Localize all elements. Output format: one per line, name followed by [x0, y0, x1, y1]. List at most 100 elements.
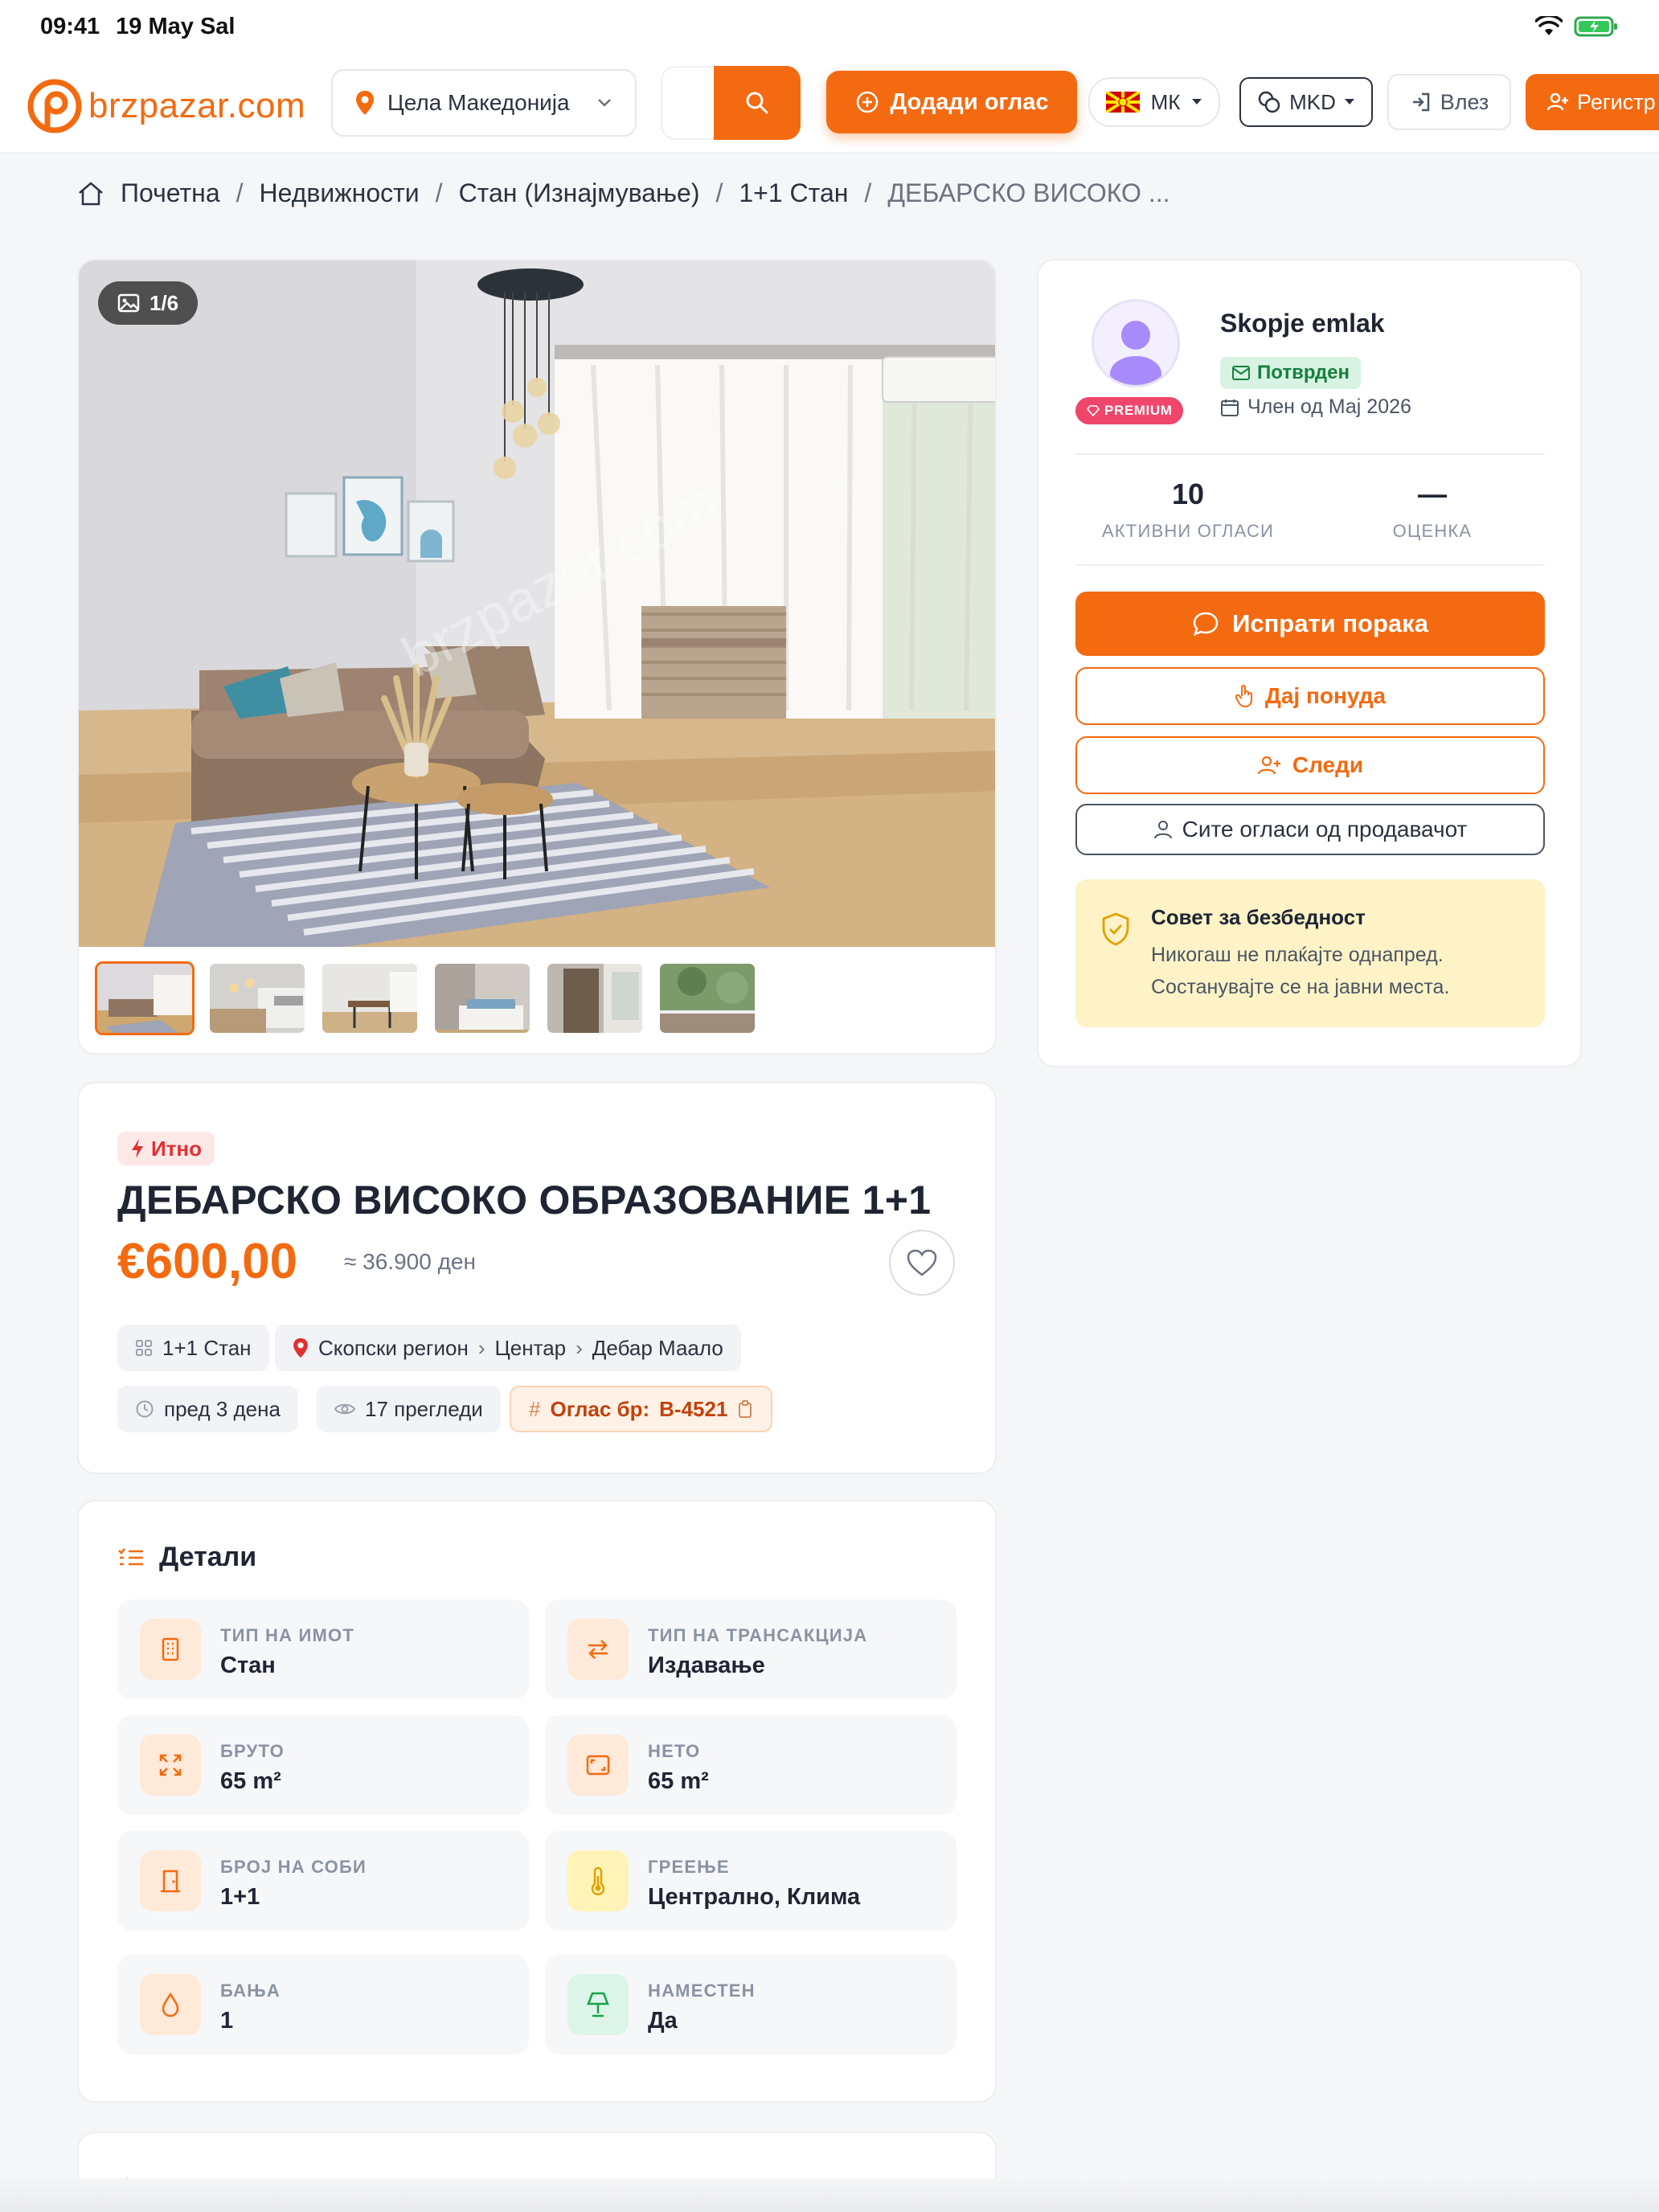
drop-icon — [140, 1974, 201, 2035]
shield-check-icon — [1102, 912, 1129, 946]
add-listing-button[interactable]: Додади оглас — [826, 71, 1077, 133]
register-label: Регистр — [1577, 89, 1656, 114]
language-label: МК — [1150, 89, 1181, 114]
follow-label: Следи — [1292, 752, 1364, 777]
detail-label: ТИП НА ИМОТ — [220, 1625, 354, 1645]
detail-bathroom: БАЊА 1 — [117, 1955, 529, 2054]
seller-avatar[interactable] — [1092, 299, 1180, 387]
listing-price: €600,00 — [117, 1234, 298, 1289]
urgent-label: Итно — [151, 1136, 203, 1161]
detail-label: НАМЕСТЕН — [648, 1981, 756, 2001]
detail-label: БРУТО — [220, 1741, 285, 1761]
category-chip[interactable]: 1+1 Стан — [117, 1325, 269, 1371]
lamp-icon — [567, 1974, 629, 2035]
listing-info-card: Итно ДЕБАРСКО ВИСОКО ОБРАЗОВАНИЕ 1+1 €60… — [77, 1082, 997, 1474]
make-offer-button[interactable]: Дај понуда — [1075, 667, 1545, 725]
user-avatar-icon — [1110, 321, 1161, 385]
breadcrumb-apartment-rent[interactable]: Стан (Изнајмување) — [459, 178, 700, 208]
search-bar — [661, 66, 801, 140]
verified-mail-icon — [1232, 366, 1250, 380]
thumbnail[interactable] — [320, 961, 420, 1035]
send-message-label: Испрати порака — [1232, 609, 1428, 637]
living-room-photo: brzpazar.com — [79, 260, 995, 947]
lightning-icon — [132, 1139, 143, 1158]
status-time: 09:41 — [40, 13, 100, 39]
make-offer-label: Дај понуда — [1264, 683, 1387, 708]
thumbnail[interactable] — [95, 961, 195, 1035]
detail-gross-area: БРУТО 65 m² — [117, 1715, 529, 1815]
breadcrumb-separator: / — [715, 178, 723, 207]
thumbnail[interactable] — [207, 961, 307, 1035]
location-select[interactable]: Цела Македонија — [331, 69, 637, 137]
detail-heating: ГРЕЕЊЕ Централно, Клима — [545, 1831, 956, 1931]
seller-name[interactable]: Skopje emlak — [1220, 309, 1385, 338]
safety-line-1: Никогаш не плаќајте однапред. — [1151, 944, 1444, 966]
site-header: brzpazar.com Цела Македонија Додади огла… — [0, 53, 1659, 153]
language-select[interactable]: МК — [1088, 77, 1220, 127]
breadcrumb-current: ДЕБАРСКО ВИСОКО ... — [887, 178, 1170, 207]
photo-counter-value: 1/6 — [150, 290, 179, 315]
breadcrumb-separator: / — [864, 178, 872, 207]
posted-label: пред 3 дена — [164, 1396, 281, 1421]
hash-icon: # — [529, 1396, 541, 1421]
follow-button[interactable]: Следи — [1075, 736, 1545, 794]
detail-value: Издавање — [648, 1653, 765, 1678]
active-ads-label: АКТИВНИ ОГЛАСИ — [1101, 521, 1275, 541]
main-photo[interactable]: brzpazar.com — [79, 260, 995, 947]
detail-value: 1+1 — [220, 1884, 260, 1910]
ad-number-label: Оглас бр: — [550, 1396, 650, 1421]
breadcrumb-home[interactable]: Почетна — [121, 178, 220, 208]
all-seller-ads-button[interactable]: Сите огласи од продавачот — [1075, 804, 1545, 855]
caret-down-icon — [1192, 99, 1202, 104]
member-since-label: Член од Мај 2026 — [1247, 395, 1411, 418]
breadcrumb: Почетна / Недвижности / Стан (Изнајмувањ… — [77, 178, 1170, 208]
chevron-down-icon — [598, 99, 611, 107]
favorite-button[interactable] — [889, 1230, 955, 1296]
detail-value: 65 m² — [648, 1768, 709, 1794]
views-label: 17 прегледи — [365, 1396, 483, 1421]
posted-chip: пред 3 дена — [117, 1386, 298, 1432]
breadcrumb-separator: / — [236, 178, 244, 207]
site-logo[interactable]: brzpazar.com — [26, 77, 305, 135]
eye-icon — [334, 1403, 355, 1415]
building-icon — [140, 1619, 201, 1680]
thumbnail[interactable] — [545, 961, 645, 1035]
swap-icon — [567, 1619, 629, 1680]
status-date: 19 May Sal — [116, 13, 236, 39]
views-chip: 17 прегледи — [317, 1386, 501, 1432]
rating-value: — — [1418, 477, 1447, 510]
bottom-edge — [0, 2178, 1659, 2212]
door-icon — [140, 1850, 201, 1911]
clock-icon — [136, 1400, 154, 1418]
calendar-icon — [1221, 399, 1239, 416]
premium-label: PREMIUM — [1104, 403, 1173, 418]
thumbnail[interactable] — [657, 961, 757, 1035]
detail-property-type: ТИП НА ИМОТ Стан — [117, 1600, 529, 1699]
add-listing-label: Додади оглас — [890, 88, 1049, 115]
coins-icon — [1258, 91, 1280, 113]
status-icons — [1535, 15, 1619, 38]
rating-label: ОЦЕНКА — [1392, 521, 1473, 541]
thumbnail[interactable] — [432, 961, 532, 1035]
breadcrumb-realestate[interactable]: Недвижности — [260, 178, 420, 208]
member-since: Член од Мај 2026 — [1220, 395, 1411, 419]
register-button[interactable]: Регистр — [1526, 74, 1659, 130]
currency-select[interactable]: MKD — [1239, 77, 1373, 127]
heart-icon — [907, 1249, 937, 1276]
detail-net-area: НЕТО 65 m² — [545, 1715, 956, 1815]
login-button[interactable]: Влез — [1387, 74, 1511, 130]
region-label: Скопски регион — [318, 1335, 469, 1360]
caret-down-icon — [1344, 99, 1354, 104]
location-chip[interactable]: Скопски регион › Центар › Дебар Маало — [275, 1325, 741, 1371]
breadcrumb-1plus1[interactable]: 1+1 Стан — [739, 178, 848, 208]
thumbnail-strip — [95, 961, 757, 1035]
search-button[interactable] — [714, 66, 801, 140]
image-icon — [117, 293, 140, 313]
safety-title: Совет за безбедност — [1151, 905, 1366, 929]
chevron-right-icon: › — [477, 1335, 485, 1360]
map-pin-icon — [356, 91, 374, 115]
send-message-button[interactable]: Испрати порака — [1075, 592, 1545, 656]
detail-value: Стан — [220, 1653, 276, 1678]
ad-number-chip[interactable]: # Оглас бр: B-4521 — [510, 1386, 773, 1432]
detail-value: 65 m² — [220, 1768, 281, 1794]
